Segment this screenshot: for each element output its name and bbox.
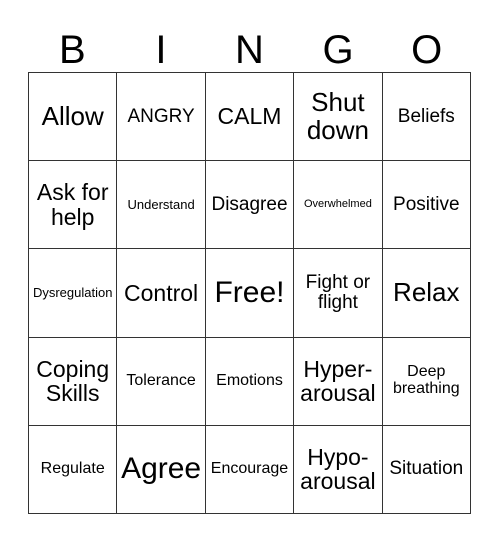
- bingo-cell-label: Shut down: [306, 87, 369, 145]
- bingo-cell-label: Hyper-arousal: [300, 355, 376, 407]
- bingo-cell-label: Overwhelmed: [303, 197, 372, 210]
- bingo-cell-label: Emotions: [216, 371, 283, 389]
- bingo-cell-label: Ask for help: [36, 179, 109, 230]
- bingo-cell-label: Control: [124, 279, 199, 306]
- bingo-cell[interactable]: Agree: [117, 425, 206, 514]
- bingo-cell[interactable]: Understand: [117, 161, 206, 250]
- bingo-cell-label: ANGRY: [127, 105, 195, 127]
- bingo-cell[interactable]: Regulate: [29, 425, 118, 514]
- bingo-cell[interactable]: Relax: [382, 249, 471, 338]
- bingo-cell-label: Free!: [214, 276, 285, 310]
- bingo-cell[interactable]: Hypo-arousal: [294, 425, 383, 514]
- bingo-card: B I N G O Allow ANGRY CALM Shut down Beliefs Ask …: [0, 0, 500, 544]
- bingo-cell[interactable]: Beliefs: [382, 73, 471, 162]
- bingo-cell-label: Deep breathing: [392, 363, 460, 398]
- bingo-header-letter-i: I: [155, 28, 167, 72]
- bingo-grid: Allow ANGRY CALM Shut down Beliefs Ask for he…: [28, 72, 471, 514]
- bingo-cell[interactable]: Deep breathing: [382, 337, 471, 426]
- bingo-cell[interactable]: Encourage: [205, 425, 295, 514]
- bingo-cell-label: Relax: [393, 277, 460, 308]
- bingo-cell-label: Coping Skills: [36, 355, 110, 407]
- bingo-cell-free-space[interactable]: Free!: [205, 249, 295, 338]
- bingo-cell-label: Agree: [121, 452, 202, 486]
- bingo-cell-label: CALM: [217, 103, 282, 130]
- bingo-cell[interactable]: Overwhelmed: [294, 161, 383, 250]
- bingo-cell-label: Disagree: [211, 193, 288, 215]
- bingo-cell-label: Beliefs: [397, 105, 455, 127]
- bingo-cell-label: Positive: [393, 193, 460, 215]
- bingo-cell[interactable]: Positive: [382, 161, 471, 250]
- bingo-cell-label: Fight or flight: [305, 271, 371, 313]
- bingo-cell-label: Regulate: [40, 459, 105, 477]
- bingo-header-letter-g: G: [322, 28, 354, 72]
- bingo-header: BINGO: [28, 16, 471, 72]
- bingo-cell[interactable]: Emotions: [205, 337, 295, 426]
- bingo-cell[interactable]: Tolerance: [117, 337, 206, 426]
- bingo-cell-label: Understand: [127, 196, 195, 212]
- bingo-cell[interactable]: Fight or flight: [294, 249, 383, 338]
- bingo-cell-label: Encourage: [210, 459, 289, 477]
- bingo-cell[interactable]: Hyper-arousal: [294, 337, 383, 426]
- bingo-cell-label: Situation: [389, 458, 464, 480]
- bingo-header-letter-n: N: [235, 28, 264, 72]
- bingo-cell[interactable]: ANGRY: [117, 73, 206, 162]
- bingo-cell[interactable]: Shut down: [294, 73, 383, 162]
- bingo-cell[interactable]: Ask for help: [29, 161, 118, 250]
- bingo-cell-label: Tolerance: [126, 371, 196, 389]
- bingo-cell[interactable]: Coping Skills: [29, 337, 118, 426]
- bingo-cell[interactable]: Situation: [382, 425, 471, 514]
- bingo-cell-label: Allow: [41, 100, 104, 131]
- bingo-cell[interactable]: Disagree: [205, 161, 295, 250]
- bingo-cell[interactable]: Control: [117, 249, 206, 338]
- bingo-cell[interactable]: Dysregulation: [29, 249, 118, 338]
- bingo-cell[interactable]: Allow: [29, 73, 118, 162]
- bingo-cell[interactable]: CALM: [205, 73, 295, 162]
- bingo-header-letter-b: B: [58, 28, 86, 72]
- bingo-cell-label: Dysregulation: [32, 285, 113, 301]
- bingo-header-letter-o: O: [411, 28, 443, 72]
- bingo-cell-label: Hypo-arousal: [300, 444, 376, 495]
